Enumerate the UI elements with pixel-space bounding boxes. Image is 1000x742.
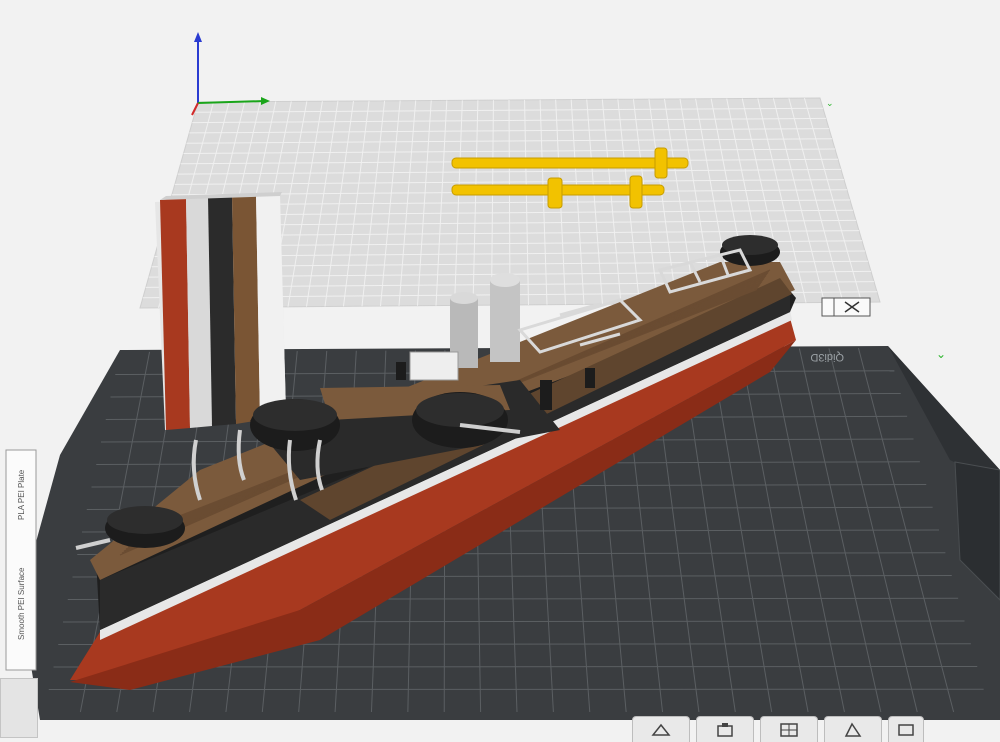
split-icon [842, 721, 864, 739]
plate-side-label-top: PLA PEI Plate [17, 469, 26, 520]
orient-icon [714, 721, 736, 739]
plate-side-label-bottom: Smooth PEI Surface [17, 567, 26, 640]
purge-tower[interactable] [155, 192, 286, 430]
plate-y-marker: ⌄ [936, 347, 946, 361]
auto-orient-button[interactable] [696, 716, 754, 742]
split-button[interactable] [824, 716, 882, 742]
more-button[interactable] [888, 716, 924, 742]
plate-controls[interactable] [822, 298, 870, 316]
plate-brand-text: Qidi3D [810, 351, 844, 363]
arrange-button[interactable] [760, 716, 818, 742]
slice-plate-button[interactable] [632, 716, 690, 742]
plate-icon [650, 721, 672, 739]
arrange-icon [778, 721, 800, 739]
more-icon [895, 721, 917, 739]
bottom-toolbar [632, 716, 1000, 738]
y-axis-marker: ⌄ [826, 99, 834, 109]
3d-viewport[interactable]: ⌄ Qidi3D ⌄ Smooth PEI Surface PLA PEI Pl… [0, 0, 1000, 738]
side-panel-stub[interactable] [0, 678, 38, 738]
